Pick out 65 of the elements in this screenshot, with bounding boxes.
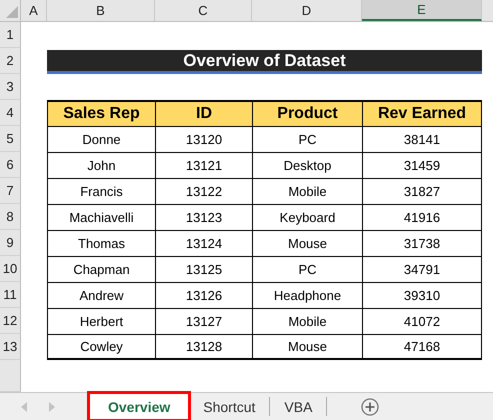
table-cell: Headphone [252, 282, 362, 308]
column-header[interactable]: B [47, 0, 155, 21]
sheet-tab[interactable]: Shortcut [189, 397, 270, 416]
table-cell: Mouse [252, 334, 362, 360]
table-cell: Machiavelli [47, 204, 155, 230]
row-header[interactable]: 5 [0, 126, 21, 152]
row-header[interactable]: 13 [0, 334, 21, 360]
table-cell: 41916 [362, 204, 482, 230]
table-cell: 13120 [155, 126, 252, 152]
row-header[interactable]: 12 [0, 308, 21, 334]
add-sheet-icon[interactable] [361, 398, 380, 416]
table-cell: 13127 [155, 308, 252, 334]
table-cell: Mobile [252, 308, 362, 334]
table-cell: 31738 [362, 230, 482, 256]
corner-triangle-icon [6, 6, 18, 18]
table-cell: 31827 [362, 178, 482, 204]
scroll-left-icon[interactable] [20, 402, 28, 412]
row-header[interactable]: 9 [0, 230, 21, 256]
table-cell: Mobile [252, 178, 362, 204]
row-header[interactable]: 2 [0, 48, 21, 74]
sheet-tab[interactable]: Overview [89, 393, 190, 420]
table-cell: Andrew [47, 282, 155, 308]
table-cell: 47168 [362, 334, 482, 360]
table-header-cell: Rev Earned [362, 100, 482, 126]
row-header[interactable]: 1 [0, 22, 21, 48]
sheet-tab[interactable]: VBA [270, 397, 328, 416]
table-cell: 13122 [155, 178, 252, 204]
table-cell: PC [252, 126, 362, 152]
title-text: Overview of Dataset [183, 50, 346, 70]
table-header-cell: Product [252, 100, 362, 126]
table-cell: PC [252, 256, 362, 282]
table-header-cell: ID [155, 100, 252, 126]
table-cell: Donne [47, 126, 155, 152]
table-cell: John [47, 152, 155, 178]
column-header[interactable]: A [21, 0, 47, 21]
table-cell: 13121 [155, 152, 252, 178]
row-header[interactable]: 10 [0, 256, 21, 282]
table-cell: 13128 [155, 334, 252, 360]
table-cell: Cowley [47, 334, 155, 360]
table-cell: Desktop [252, 152, 362, 178]
row-header[interactable]: 3 [0, 74, 21, 100]
table-cell: Francis [47, 178, 155, 204]
table-cell: 13126 [155, 282, 252, 308]
scroll-right-icon[interactable] [48, 402, 56, 412]
table-cell: 41072 [362, 308, 482, 334]
row-header[interactable]: 7 [0, 178, 21, 204]
table-cell: 13123 [155, 204, 252, 230]
table-cell: 13124 [155, 230, 252, 256]
row-header[interactable]: 11 [0, 282, 21, 308]
table-cell: Chapman [47, 256, 155, 282]
table-cell: Herbert [47, 308, 155, 334]
column-header[interactable]: C [155, 0, 252, 21]
table-cell: Keyboard [252, 204, 362, 230]
table-cell: 31459 [362, 152, 482, 178]
table-cell: 38141 [362, 126, 482, 152]
table-cell: 34791 [362, 256, 482, 282]
row-header[interactable]: 8 [0, 204, 21, 230]
row-header[interactable]: 6 [0, 152, 21, 178]
table-cell: 13125 [155, 256, 252, 282]
table-cell: Thomas [47, 230, 155, 256]
row-header[interactable]: 4 [0, 100, 21, 126]
column-header[interactable]: E [362, 0, 482, 21]
table-cell: Mouse [252, 230, 362, 256]
table-header-cell: Sales Rep [47, 100, 155, 126]
table-cell: 39310 [362, 282, 482, 308]
